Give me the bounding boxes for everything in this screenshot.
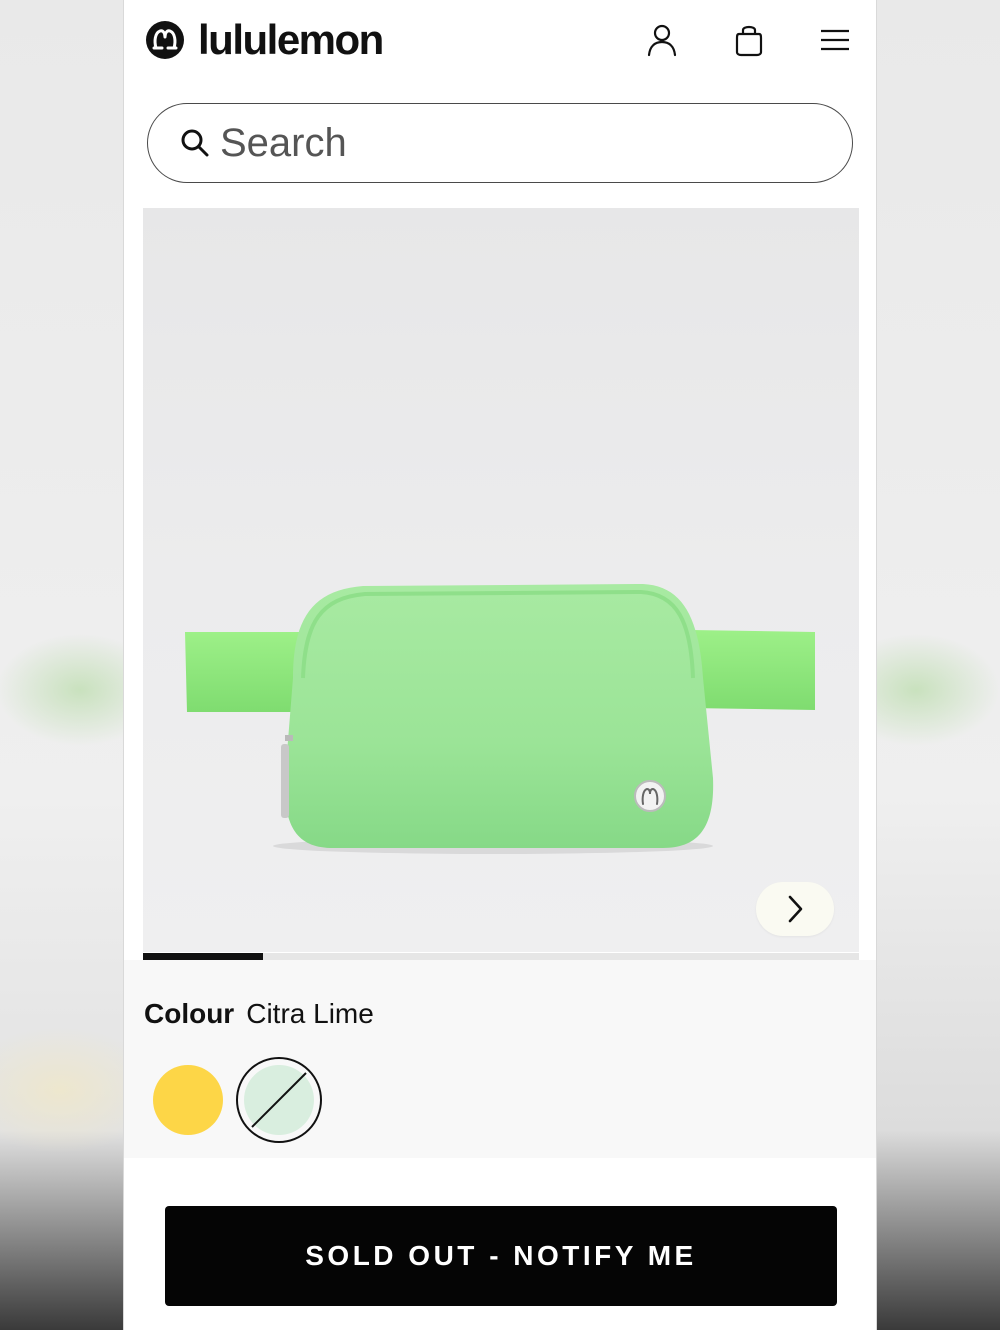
background-blur-left — [0, 0, 124, 1330]
background-blur-right — [876, 0, 1000, 1330]
next-image-button[interactable] — [756, 882, 834, 936]
lululemon-logo-icon — [146, 21, 184, 59]
colour-label: Colour Citra Lime — [144, 998, 374, 1030]
brand-name: lululemon — [198, 16, 384, 63]
search-icon — [180, 128, 210, 158]
sold-out-notify-me-button[interactable]: SOLD OUT - NOTIFY ME — [165, 1206, 837, 1306]
hamburger-menu-icon[interactable] — [817, 22, 853, 58]
image-progress-fill — [143, 953, 263, 960]
person-icon[interactable] — [644, 22, 680, 58]
brand-logo[interactable]: lululemon — [146, 16, 384, 63]
colour-selected-name: Citra Lime — [246, 998, 374, 1029]
search-bar[interactable] — [147, 103, 853, 183]
chevron-right-icon — [788, 895, 803, 923]
unavailable-slash-icon — [251, 1072, 307, 1128]
search-input[interactable] — [218, 119, 782, 167]
colour-selector: Colour Citra Lime — [124, 960, 876, 1158]
shopping-bag-icon[interactable] — [731, 22, 767, 58]
colour-swatch-yellow[interactable] — [153, 1065, 223, 1135]
site-header: lululemon — [124, 0, 876, 86]
product-image-gallery[interactable] — [143, 208, 859, 952]
green-belt-bag-photo — [185, 584, 815, 854]
image-progress-bar — [143, 953, 859, 960]
colour-label-key: Colour — [144, 998, 235, 1029]
colour-swatch-citra-lime[interactable] — [236, 1057, 322, 1143]
mobile-page: lululemon Search Colour Citra Lime SOLD … — [123, 0, 877, 1330]
